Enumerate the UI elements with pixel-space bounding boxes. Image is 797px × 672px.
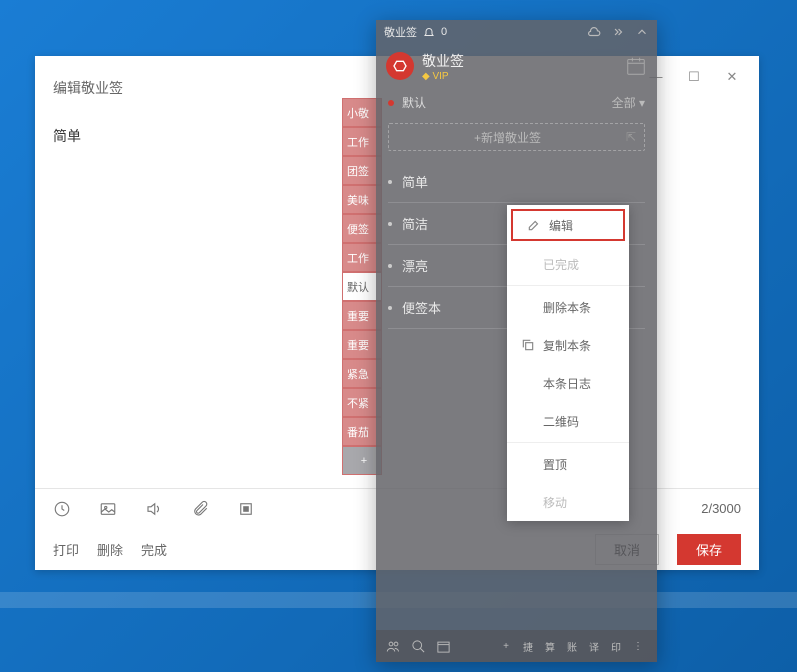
bottom-chip[interactable]: 算 (541, 637, 559, 655)
menu-qrcode[interactable]: 二维码 (507, 402, 629, 440)
menu-pin[interactable]: 置顶 (507, 445, 629, 483)
bottom-chip[interactable]: 捷 (519, 637, 537, 655)
save-button[interactable]: 保存 (677, 534, 741, 565)
more-chip[interactable]: ⋮ (629, 637, 647, 655)
app-bottom-bar: + 捷算账译印⋮ (376, 630, 657, 662)
close-button[interactable]: ✕ (713, 63, 751, 91)
app-titlebar-name: 敬业签 (384, 24, 417, 40)
add-note-button[interactable]: +新增敬业签 ⇱ (388, 123, 645, 151)
chevron-up-icon[interactable] (635, 25, 649, 39)
search-icon[interactable] (411, 639, 426, 654)
bell-count: 0 (441, 26, 447, 38)
calendar-icon[interactable] (625, 55, 647, 77)
copy-icon (521, 338, 535, 352)
app-logo[interactable] (386, 52, 414, 80)
double-chevron-icon[interactable] (611, 25, 625, 39)
expand-icon: ⇱ (626, 130, 636, 144)
char-count: 2/3000 (701, 501, 741, 516)
context-menu: 编辑 已完成 删除本条 复制本条 本条日志 二维码 置顶 移动 (507, 205, 629, 521)
print-button[interactable]: 打印 (53, 540, 79, 559)
category-filter[interactable]: 全部 ▾ (612, 94, 645, 111)
menu-move[interactable]: 移动 (507, 483, 629, 521)
bottom-chip[interactable]: 账 (563, 637, 581, 655)
category-dot (388, 100, 394, 106)
attachment-icon[interactable] (191, 500, 209, 518)
vip-badge: ◆ VIP (422, 71, 464, 82)
mini-calendar-icon[interactable] (436, 639, 451, 654)
edit-icon (527, 218, 541, 232)
editor-title: 编辑敬业签 (53, 78, 123, 98)
menu-delete[interactable]: 删除本条 (507, 288, 629, 326)
maximize-button[interactable]: ☐ (675, 63, 713, 91)
app-window: 敬业签 0 敬业签 ◆ VIP 默认 全部 ▾ +新增敬业签 ⇱ 简单简洁漂亮便… (376, 20, 657, 662)
app-header: 敬业签 ◆ VIP (376, 44, 657, 88)
menu-complete[interactable]: 已完成 (507, 245, 629, 283)
image-icon[interactable] (99, 500, 117, 518)
app-name: 敬业签 (422, 51, 464, 71)
users-icon[interactable] (386, 639, 401, 654)
complete-button[interactable]: 完成 (141, 540, 167, 559)
category-row[interactable]: 默认 全部 ▾ (376, 88, 657, 117)
bell-icon[interactable] (423, 26, 435, 38)
clock-icon[interactable] (53, 500, 71, 518)
cloud-icon[interactable] (587, 25, 601, 39)
delete-button[interactable]: 删除 (97, 540, 123, 559)
note-item[interactable]: 简单 (388, 161, 645, 203)
menu-log[interactable]: 本条日志 (507, 364, 629, 402)
plus-chip[interactable]: + (497, 637, 515, 655)
app-titlebar: 敬业签 0 (376, 20, 657, 44)
menu-copy[interactable]: 复制本条 (507, 326, 629, 364)
bottom-chip[interactable]: 印 (607, 637, 625, 655)
menu-edit[interactable]: 编辑 (511, 209, 625, 241)
bottom-chip[interactable]: 译 (585, 637, 603, 655)
sound-icon[interactable] (145, 500, 163, 518)
stop-icon[interactable] (237, 500, 255, 518)
category-name: 默认 (402, 94, 426, 111)
